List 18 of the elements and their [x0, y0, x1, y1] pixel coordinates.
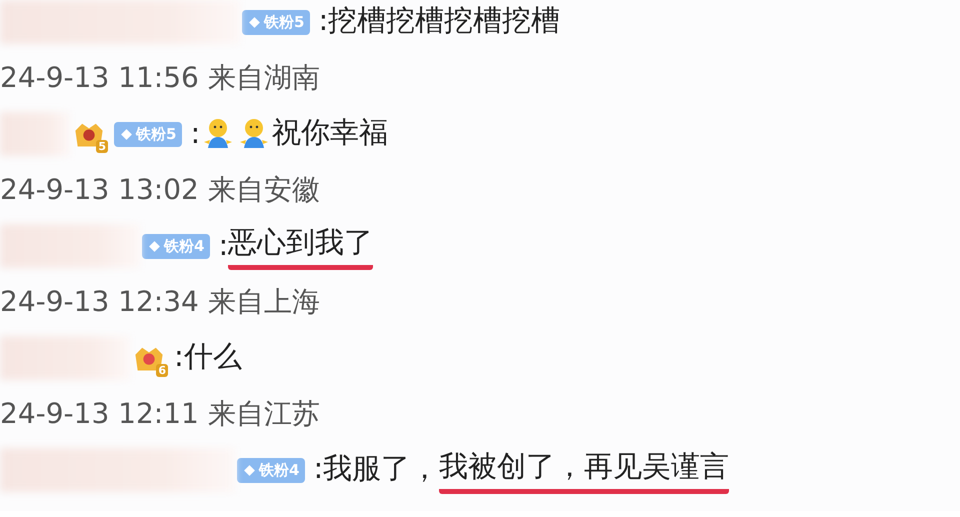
fan-badge: 铁粉5: [242, 10, 310, 34]
comment-text: :挖槽挖槽挖槽挖槽: [318, 2, 560, 39]
fan-badge: 铁粉4: [142, 234, 210, 258]
comment-time: 24-9-13 13:02 来自安徽: [0, 172, 320, 208]
comment-text: 恶心到我了: [228, 222, 374, 270]
comment-time: 24-9-13 11:56 来自湖南: [0, 60, 320, 96]
fan-badge: 铁粉4: [237, 458, 306, 482]
fan-badge: 铁粉5: [114, 122, 182, 146]
comment-text: :我服了，: [313, 450, 440, 487]
comment-text: :: [218, 228, 228, 264]
comment-time: 24-9-13 12:11 来自江苏: [0, 396, 320, 432]
emoji-icon: [202, 118, 234, 150]
comment-text: :什么: [174, 338, 242, 375]
comment-text: 祝你幸福: [272, 114, 388, 151]
comment-time: 24-9-13 12:34 来自上海: [0, 284, 320, 320]
comment-text: 我被创了，再见吴谨言: [439, 446, 730, 494]
comment-text: :: [190, 116, 200, 152]
emoji-icon: [238, 118, 270, 150]
